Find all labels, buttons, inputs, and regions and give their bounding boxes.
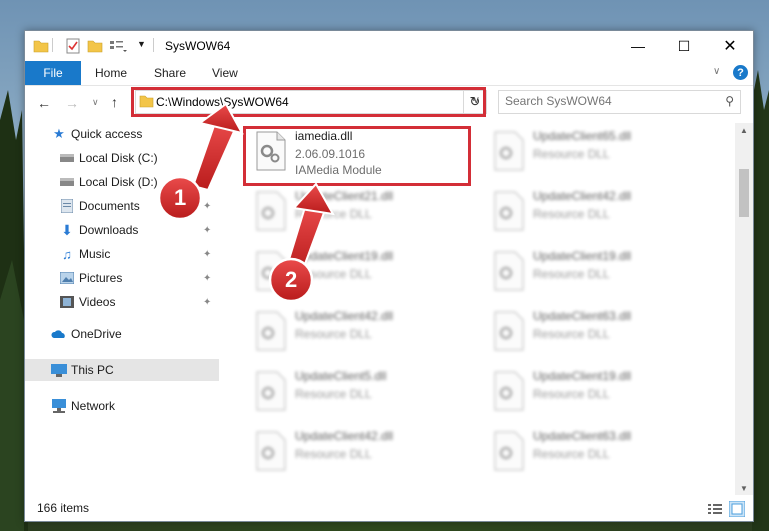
- step-number-2: 2: [285, 267, 298, 292]
- arrow-2-icon: [268, 182, 335, 303]
- arrow-1-icon: [157, 102, 244, 221]
- annotation-arrows: [157, 102, 335, 303]
- step-number-1: 1: [174, 185, 187, 210]
